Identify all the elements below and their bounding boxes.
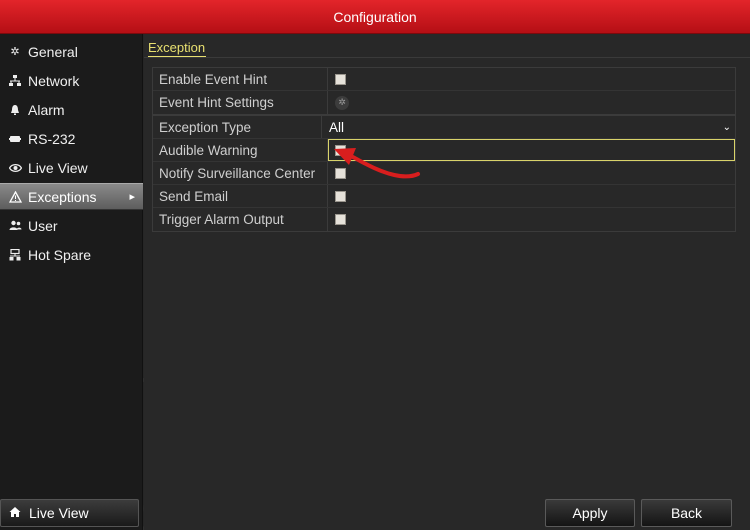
sidebar: ✲ General Network Alarm RS-232 Live View…: [0, 34, 143, 530]
exception-settings-group: Exception Type All ⌄ Audible Warning Not…: [152, 115, 736, 232]
send-email-label: Send Email: [153, 185, 328, 207]
window-title: Configuration: [333, 8, 417, 25]
apply-button[interactable]: Apply: [545, 499, 635, 527]
tab-divider: [144, 57, 750, 58]
back-button[interactable]: Back: [641, 499, 732, 527]
sidebar-item-live-view[interactable]: Live View: [0, 154, 143, 181]
live-view-button[interactable]: Live View: [0, 499, 139, 527]
sidebar-item-label: Hot Spare: [28, 246, 92, 263]
sidebar-item-label: Network: [28, 72, 80, 89]
sidebar-item-general[interactable]: ✲ General: [0, 38, 143, 65]
exception-type-select[interactable]: All ⌄: [329, 117, 735, 137]
sidebar-item-label: Exceptions: [28, 188, 97, 205]
home-icon: [9, 506, 23, 521]
sidebar-item-label: General: [28, 43, 78, 60]
tab-exception[interactable]: Exception: [148, 40, 207, 57]
send-email-checkbox[interactable]: [335, 190, 346, 202]
notify-surveillance-center-row: Notify Surveillance Center: [153, 162, 735, 185]
sidebar-item-label: Live View: [28, 159, 88, 176]
title-bar: Configuration: [0, 0, 750, 34]
notify-surveillance-center-label: Notify Surveillance Center: [153, 162, 328, 184]
exception-type-row: Exception Type All ⌄: [153, 116, 735, 139]
trigger-alarm-output-checkbox[interactable]: [335, 214, 346, 225]
hot-spare-icon: [8, 248, 22, 262]
enable-event-hint-label: Enable Event Hint: [153, 68, 328, 90]
exception-type-value: All: [329, 119, 345, 135]
sidebar-item-network[interactable]: Network: [0, 67, 143, 94]
network-icon: [8, 74, 22, 88]
exception-type-label: Exception Type: [153, 116, 322, 138]
sidebar-item-label: User: [28, 217, 58, 234]
main-content: Exception Enable Event Hint Event Hint S…: [144, 34, 750, 530]
alarm-icon: [8, 103, 22, 117]
red-arrow-annotation: [334, 148, 420, 179]
audible-warning-row: Audible Warning: [153, 139, 735, 162]
eye-icon: [8, 161, 22, 175]
user-icon: [8, 219, 22, 233]
event-hint-settings-row: Event Hint Settings ✲: [153, 91, 735, 114]
sidebar-item-label: Alarm: [28, 101, 65, 118]
send-email-row: Send Email: [153, 185, 735, 208]
chevron-right-icon: ▸: [129, 191, 135, 203]
enable-event-hint-row: Enable Event Hint: [153, 68, 735, 91]
warning-icon: [8, 190, 22, 204]
serial-icon: [8, 132, 22, 146]
event-hint-group: Enable Event Hint Event Hint Settings ✲: [152, 67, 736, 115]
sidebar-item-rs-232[interactable]: RS-232: [0, 125, 143, 152]
sidebar-item-exceptions[interactable]: Exceptions ▸: [0, 183, 143, 210]
trigger-alarm-output-row: Trigger Alarm Output: [153, 208, 735, 231]
event-hint-settings-gear-icon[interactable]: ✲: [335, 95, 349, 110]
chevron-down-icon: ⌄: [722, 121, 731, 133]
sidebar-item-user[interactable]: User: [0, 212, 143, 239]
sidebar-item-hot-spare[interactable]: Hot Spare: [0, 241, 143, 268]
live-view-button-label: Live View: [29, 505, 89, 521]
audible-warning-label: Audible Warning: [153, 139, 328, 161]
trigger-alarm-output-label: Trigger Alarm Output: [153, 208, 328, 231]
sidebar-item-alarm[interactable]: Alarm: [0, 96, 143, 123]
event-hint-settings-label: Event Hint Settings: [153, 91, 328, 114]
enable-event-hint-checkbox[interactable]: [335, 73, 346, 85]
gear-icon: ✲: [10, 46, 20, 58]
sidebar-item-label: RS-232: [28, 130, 76, 147]
